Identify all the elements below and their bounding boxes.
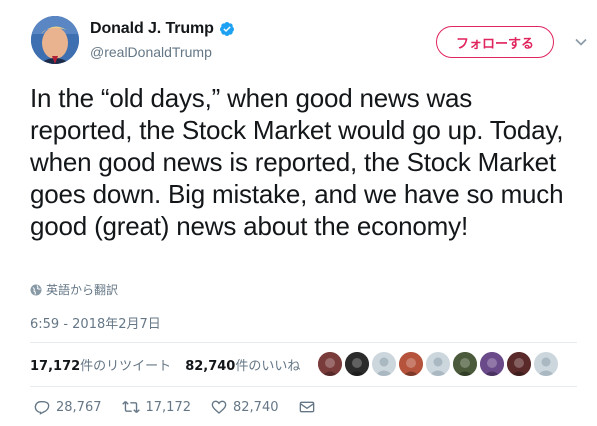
display-name[interactable]: Donald J. Trump <box>90 20 214 38</box>
tweet-timestamp[interactable]: 6:59 - 2018年2月7日 <box>30 313 161 332</box>
envelope-icon <box>299 401 314 413</box>
tweet-stats: 17,172件のリツイート 82,740件のいいね <box>30 355 314 374</box>
retweet-stat-label: 件のリツイート <box>80 359 172 374</box>
retweet-button[interactable]: 17,172 <box>121 399 192 415</box>
liker-avatar[interactable] <box>318 352 342 376</box>
follow-button[interactable]: フォローする <box>436 26 554 58</box>
like-count: 82,740 <box>185 359 236 374</box>
like-button[interactable]: 82,740 <box>211 399 279 415</box>
retweet-action-count: 17,172 <box>145 399 192 415</box>
retweet-stat[interactable]: 17,172件のリツイート <box>30 355 171 374</box>
liker-avatar[interactable] <box>345 352 369 376</box>
liker-avatar[interactable] <box>507 352 531 376</box>
tweet-card: Donald J. Trump @realDonaldTrump フォローする … <box>0 0 597 426</box>
like-stat[interactable]: 82,740件のいいね <box>185 355 300 374</box>
translate-link[interactable]: 英語から翻訳 <box>30 281 118 298</box>
like-stat-label: 件のいいね <box>235 359 301 374</box>
translate-label[interactable]: 英語から翻訳 <box>46 281 118 298</box>
chevron-down-icon[interactable] <box>574 35 588 49</box>
reply-button[interactable]: 28,767 <box>34 399 102 415</box>
globe-icon <box>30 284 42 295</box>
liker-avatar[interactable] <box>399 352 423 376</box>
heart-icon <box>211 400 227 414</box>
reply-icon <box>34 401 50 415</box>
retweet-icon <box>121 400 140 414</box>
reply-count: 28,767 <box>56 399 102 415</box>
avatar[interactable] <box>31 16 79 64</box>
direct-message-button[interactable] <box>299 399 321 415</box>
name-row: Donald J. Trump <box>90 20 235 38</box>
likers-avatars <box>318 352 561 376</box>
verified-badge-icon <box>219 22 234 36</box>
liker-avatar[interactable] <box>426 352 450 376</box>
like-action-count: 82,740 <box>233 399 279 415</box>
user-handle[interactable]: @realDonaldTrump <box>90 44 212 60</box>
divider <box>30 342 577 343</box>
tweet-actions: 28,767 17,172 82,740 <box>34 399 341 415</box>
liker-avatar[interactable] <box>480 352 504 376</box>
liker-avatar[interactable] <box>534 352 558 376</box>
liker-avatar[interactable] <box>453 352 477 376</box>
liker-avatar[interactable] <box>372 352 396 376</box>
divider <box>30 386 577 387</box>
retweet-count: 17,172 <box>30 359 81 374</box>
tweet-text: In the “old days,” when good news was re… <box>30 83 564 241</box>
